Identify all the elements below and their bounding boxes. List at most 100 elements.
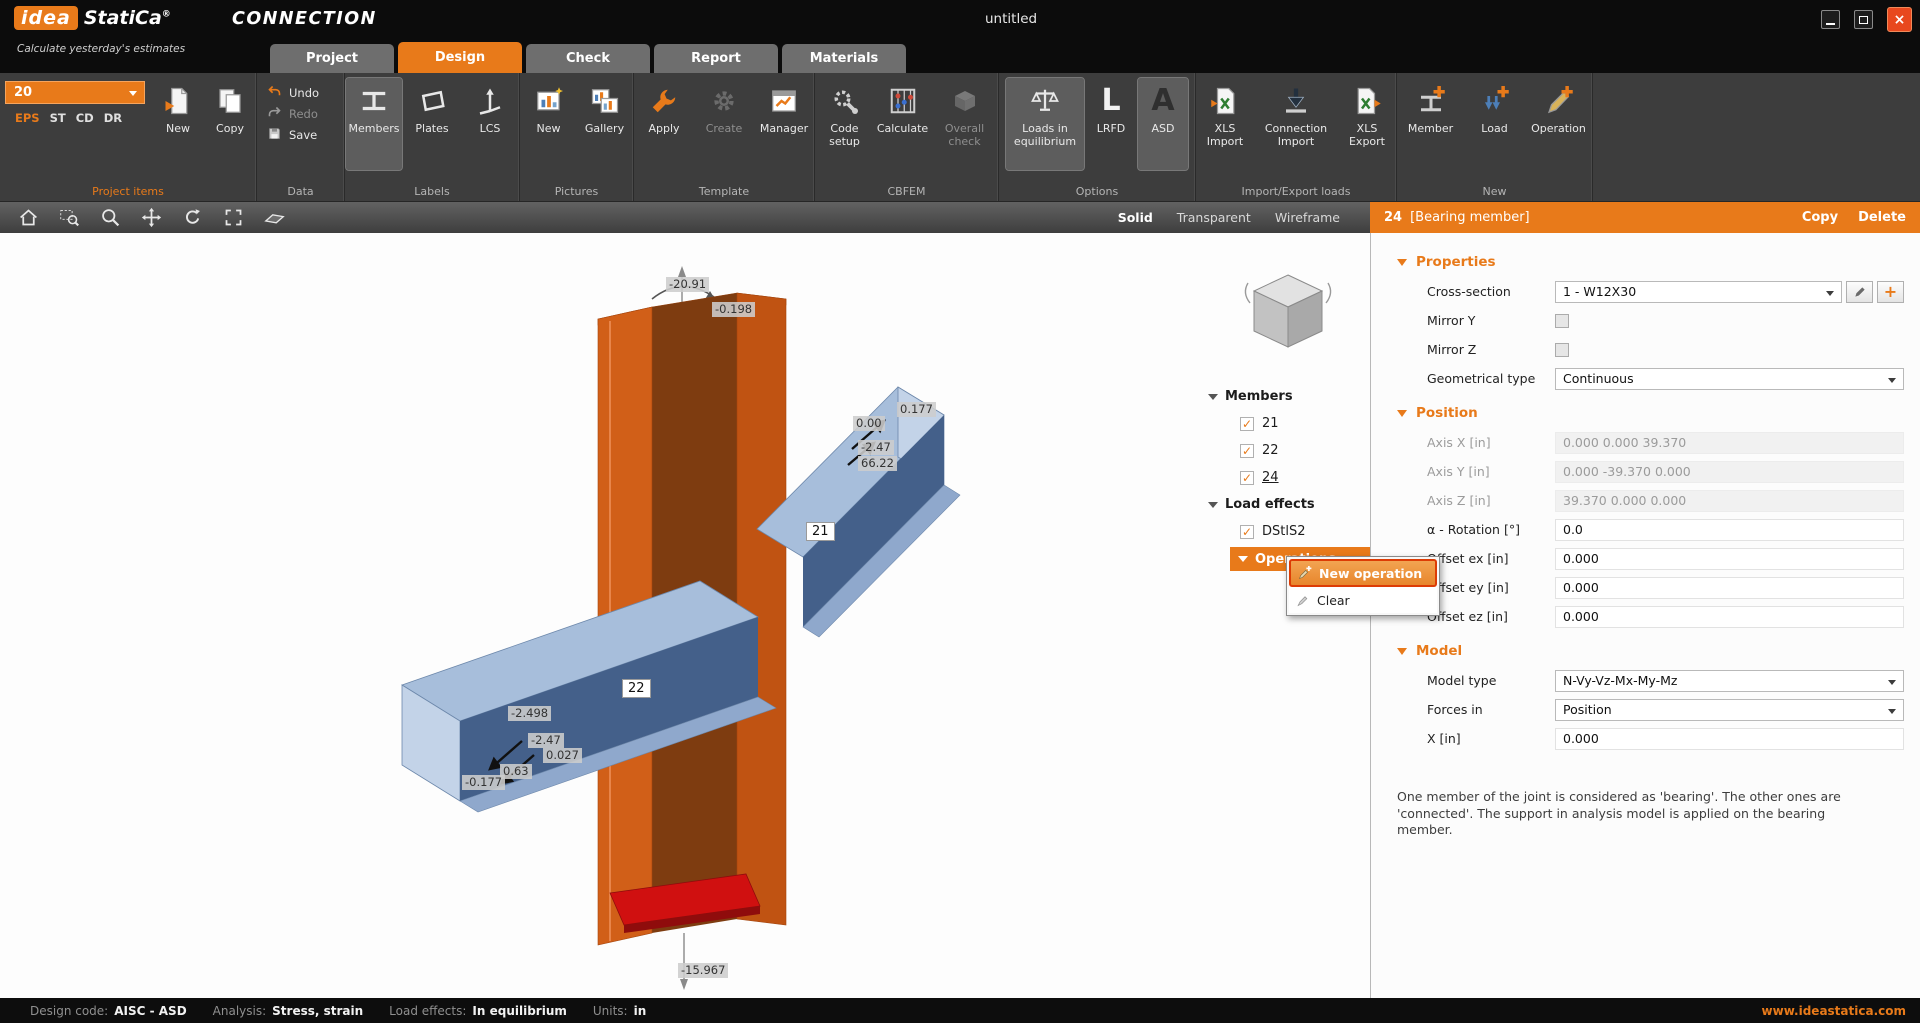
tree-item-member-21[interactable]: ✓ 21 bbox=[1200, 410, 1370, 437]
zoom-window-icon[interactable] bbox=[57, 206, 81, 230]
type-cd[interactable]: CD bbox=[76, 111, 94, 125]
section-plane-icon[interactable] bbox=[262, 206, 286, 230]
cross-section-dropdown[interactable]: 1 - W12X30 bbox=[1555, 281, 1842, 303]
checkbox-checked[interactable]: ✓ bbox=[1240, 525, 1254, 539]
labels-plates-toggle[interactable]: Plates bbox=[404, 78, 460, 170]
render-mode-transparent[interactable]: Transparent bbox=[1177, 210, 1251, 225]
member-copy-button[interactable]: Copy bbox=[1802, 210, 1838, 225]
website-link[interactable]: www.ideastatica.com bbox=[1762, 1004, 1920, 1018]
lrfd-button[interactable]: L LRFD bbox=[1086, 78, 1136, 170]
home-view-icon[interactable] bbox=[16, 206, 40, 230]
collapse-triangle-icon[interactable] bbox=[1397, 259, 1407, 266]
project-item-copy-button[interactable]: Copy bbox=[205, 78, 255, 170]
group-label-import-export: Import/Export loads bbox=[1196, 185, 1396, 198]
model-type-dropdown[interactable]: N-Vy-Vz-Mx-My-Mz bbox=[1555, 670, 1904, 692]
template-apply-button[interactable]: Apply bbox=[635, 78, 693, 170]
picture-gallery-button[interactable]: Gallery bbox=[578, 78, 632, 170]
calculate-button[interactable]: Calculate bbox=[875, 78, 931, 170]
group-label-pictures: Pictures bbox=[520, 185, 633, 198]
tab-materials[interactable]: Materials bbox=[782, 44, 906, 73]
project-item-new-button[interactable]: New bbox=[153, 78, 203, 170]
tree-item-member-24[interactable]: ✓ 24 bbox=[1200, 464, 1370, 491]
tab-design[interactable]: Design bbox=[398, 42, 522, 73]
asd-button[interactable]: A ASD bbox=[1138, 78, 1188, 170]
3d-viewport[interactable]: -20.91 -0.198 0.177 0.00 -2.47 66.22 21 … bbox=[0, 233, 1370, 998]
load-value-label: -2.47 bbox=[528, 733, 564, 748]
connection-import-button[interactable]: Connection Import bbox=[1256, 78, 1336, 170]
load-value-label: -2.47 bbox=[858, 440, 894, 455]
member-badge-22[interactable]: 22 bbox=[622, 679, 651, 698]
tab-check[interactable]: Check bbox=[526, 44, 650, 73]
zoom-icon[interactable] bbox=[98, 206, 122, 230]
xls-export-button[interactable]: XLS Export bbox=[1338, 78, 1396, 170]
member-badge-21[interactable]: 21 bbox=[806, 522, 835, 541]
offset-ez-field[interactable]: 0.000 bbox=[1555, 606, 1904, 628]
expander-icon[interactable] bbox=[1238, 556, 1248, 562]
code-setup-button[interactable]: Code setup bbox=[817, 78, 873, 170]
section-properties[interactable]: Properties bbox=[1371, 247, 1920, 277]
type-dr[interactable]: DR bbox=[104, 111, 122, 125]
render-mode-wireframe[interactable]: Wireframe bbox=[1275, 210, 1340, 225]
pan-icon[interactable] bbox=[139, 206, 163, 230]
type-st[interactable]: ST bbox=[50, 111, 66, 125]
expander-icon[interactable] bbox=[1208, 502, 1218, 508]
3d-scene[interactable] bbox=[0, 233, 1370, 998]
maximize-button[interactable] bbox=[1854, 10, 1873, 29]
offset-ex-field[interactable]: 0.000 bbox=[1555, 548, 1904, 570]
checkbox-checked[interactable]: ✓ bbox=[1240, 444, 1254, 458]
checkbox-checked[interactable]: ✓ bbox=[1240, 417, 1254, 431]
tree-group-members[interactable]: Members bbox=[1200, 383, 1370, 410]
template-create-button[interactable]: Create bbox=[695, 78, 753, 170]
checkbox-checked[interactable]: ✓ bbox=[1240, 471, 1254, 485]
new-load-button[interactable]: Load bbox=[1464, 78, 1526, 170]
labels-lcs-toggle[interactable]: LCS bbox=[462, 78, 518, 170]
axes-icon bbox=[472, 83, 508, 119]
status-bar: Design code: AISC - ASD Analysis: Stress… bbox=[0, 998, 1920, 1023]
context-menu-new-operation[interactable]: New operation bbox=[1289, 559, 1437, 587]
zoom-fit-icon[interactable] bbox=[221, 206, 245, 230]
type-eps[interactable]: EPS bbox=[15, 111, 40, 125]
project-item-combo[interactable]: 20 bbox=[5, 81, 145, 104]
forces-in-dropdown[interactable]: Position bbox=[1555, 699, 1904, 721]
redo-button[interactable]: Redo bbox=[257, 103, 344, 124]
labels-members-toggle[interactable]: Members bbox=[346, 78, 402, 170]
rotation-field[interactable]: 0.0 bbox=[1555, 519, 1904, 541]
edit-cross-section-button[interactable] bbox=[1846, 281, 1873, 303]
render-mode-solid[interactable]: Solid bbox=[1118, 210, 1153, 225]
template-manager-button[interactable]: Manager bbox=[755, 78, 813, 170]
navigation-cube[interactable] bbox=[1240, 265, 1336, 361]
add-cross-section-button[interactable]: + bbox=[1877, 281, 1904, 303]
tab-project[interactable]: Project bbox=[270, 44, 394, 73]
tree-group-load-effects[interactable]: Load effects bbox=[1200, 491, 1370, 518]
overall-check-button[interactable]: Overall check bbox=[933, 78, 997, 170]
section-model[interactable]: Model bbox=[1371, 636, 1920, 666]
rotate-view-icon[interactable] bbox=[180, 206, 204, 230]
close-button[interactable]: × bbox=[1887, 7, 1912, 32]
mirror-z-checkbox[interactable] bbox=[1555, 343, 1569, 357]
new-member-button[interactable]: Member bbox=[1400, 78, 1462, 170]
xls-import-button[interactable]: XLS Import bbox=[1196, 78, 1254, 170]
new-operation-button[interactable]: Operation bbox=[1528, 78, 1590, 170]
tree-item-member-22[interactable]: ✓ 22 bbox=[1200, 437, 1370, 464]
letter-l-icon: L bbox=[1093, 83, 1129, 119]
document-title: untitled bbox=[985, 11, 1037, 27]
loads-in-equilibrium-toggle[interactable]: Loads in equilibrium bbox=[1006, 78, 1084, 170]
section-position[interactable]: Position bbox=[1371, 398, 1920, 428]
minimize-button[interactable] bbox=[1821, 10, 1840, 29]
tab-report[interactable]: Report bbox=[654, 44, 778, 73]
member-delete-button[interactable]: Delete bbox=[1858, 210, 1906, 225]
save-button[interactable]: Save bbox=[257, 124, 344, 145]
collapse-triangle-icon[interactable] bbox=[1397, 648, 1407, 655]
geometrical-type-dropdown[interactable]: Continuous bbox=[1555, 368, 1904, 390]
x-position-field[interactable]: 0.000 bbox=[1555, 728, 1904, 750]
undo-button[interactable]: Undo bbox=[257, 82, 344, 103]
offset-ey-field[interactable]: 0.000 bbox=[1555, 577, 1904, 599]
picture-new-button[interactable]: New bbox=[522, 78, 576, 170]
tree-item-load-dstls2[interactable]: ✓ DStlS2 bbox=[1200, 518, 1370, 545]
plate-labels-icon bbox=[414, 83, 450, 119]
expander-icon[interactable] bbox=[1208, 394, 1218, 400]
collapse-triangle-icon[interactable] bbox=[1397, 410, 1407, 417]
mirror-y-checkbox[interactable] bbox=[1555, 314, 1569, 328]
load-value-label: -15.967 bbox=[678, 963, 728, 978]
context-menu-clear[interactable]: Clear bbox=[1289, 587, 1437, 613]
